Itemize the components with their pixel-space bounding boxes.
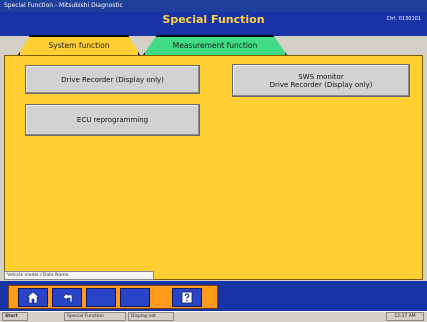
- start-button[interactable]: Start: [2, 312, 28, 321]
- tab-label: System function: [48, 41, 110, 50]
- back-button[interactable]: [52, 288, 82, 307]
- taskbar-item[interactable]: Special Function: [64, 312, 126, 321]
- taskbar-item[interactable]: Display set: [128, 312, 174, 321]
- button-label-line2: Drive Recorder (Display only): [269, 80, 373, 89]
- taskbar-clock: 12:37 AM: [386, 312, 424, 321]
- button-label: ECU reprogramming: [76, 116, 149, 124]
- status-line: Vehicle model / Data Name: [4, 271, 154, 280]
- sws-monitor-button[interactable]: SWS monitor Drive Recorder (Display only…: [232, 64, 410, 97]
- page-title: Special Function: [162, 13, 265, 26]
- tab-system-function[interactable]: System function: [18, 35, 140, 55]
- help-button[interactable]: [172, 288, 202, 307]
- home-icon: [26, 291, 40, 304]
- tab-label: Measurement function: [172, 41, 258, 50]
- drive-recorder-button[interactable]: Drive Recorder (Display only): [25, 65, 200, 94]
- ecu-reprogramming-button[interactable]: ECU reprogramming: [25, 104, 200, 136]
- window-title: Special Function - Mitsubishi Diagnostic: [4, 2, 123, 9]
- button-label: Drive Recorder (Display only): [61, 75, 164, 84]
- back-icon: [62, 292, 73, 303]
- home-button[interactable]: [18, 288, 48, 307]
- help-icon: [181, 291, 193, 304]
- app-header: Special Function Ctrl. 0130101: [0, 12, 427, 36]
- toolbar-button-4[interactable]: [120, 288, 150, 307]
- button-label-line1: SWS monitor: [298, 72, 344, 81]
- window-title-bar: Special Function - Mitsubishi Diagnostic: [0, 0, 427, 12]
- tab-measurement-function[interactable]: Measurement function: [143, 35, 287, 55]
- header-code: Ctrl. 0130101: [386, 16, 421, 22]
- toolbar-button-3[interactable]: [86, 288, 116, 307]
